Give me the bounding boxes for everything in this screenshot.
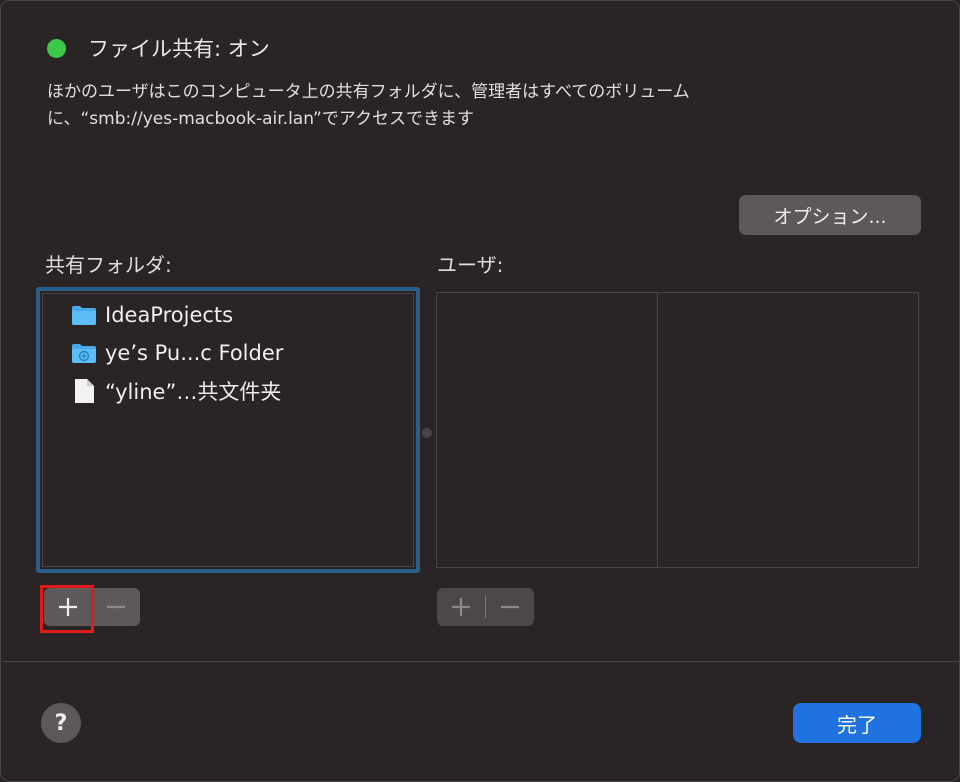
done-button[interactable]: 完了 — [793, 703, 921, 743]
list-item[interactable]: “yline”…共文件夹 — [71, 374, 281, 408]
sharing-description: ほかのユーザはこのコンピュータ上の共有フォルダに、管理者はすべてのボリューム に… — [47, 82, 690, 129]
status-indicator-icon — [47, 38, 66, 58]
user-add-remove-control — [437, 588, 534, 626]
help-button[interactable]: ? — [41, 703, 81, 743]
folder-name: IdeaProjects — [105, 303, 234, 327]
list-item[interactable]: ye’s Pu...c Folder — [71, 336, 283, 370]
folder-name: “yline”…共文件夹 — [105, 380, 282, 404]
public-folder-icon — [72, 344, 96, 363]
options-button[interactable]: オプション... — [739, 195, 921, 235]
remove-user-button[interactable] — [486, 588, 534, 626]
folder-name: ye’s Pu...c Folder — [105, 341, 284, 365]
shared-folders-list[interactable]: IdeaProjects ye’s Pu...c Folder “yline”…… — [36, 287, 420, 573]
folder-icon — [72, 306, 96, 325]
add-user-button[interactable] — [437, 588, 485, 626]
split-resize-handle[interactable] — [422, 428, 432, 438]
shared-folders-label: 共有フォルダ: — [45, 253, 172, 277]
footer-divider — [2, 661, 959, 662]
minus-icon — [107, 605, 126, 609]
status-title: ファイル共有: オン — [88, 37, 270, 61]
minus-icon — [500, 605, 519, 609]
users-list[interactable] — [436, 292, 919, 568]
plus-icon — [452, 598, 470, 616]
list-item[interactable]: IdeaProjects — [71, 298, 233, 332]
column-divider — [657, 293, 658, 567]
document-icon — [75, 379, 94, 403]
remove-folder-button[interactable] — [92, 588, 140, 626]
highlight-annotation — [40, 585, 94, 633]
users-label: ユーザ: — [437, 253, 504, 277]
status-row: ファイル共有: オン — [47, 33, 270, 63]
file-sharing-dialog: ファイル共有: オン ほかのユーザはこのコンピュータ上の共有フォルダに、管理者は… — [0, 0, 960, 782]
